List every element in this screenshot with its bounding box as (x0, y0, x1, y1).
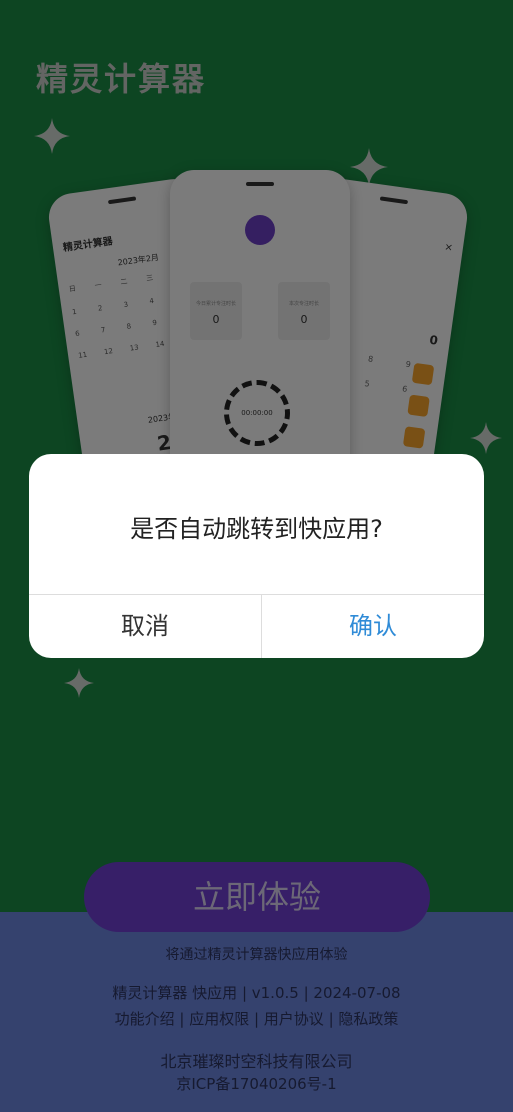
dialog-message: 是否自动跳转到快应用? (130, 515, 383, 543)
confirm-button[interactable]: 确认 (262, 594, 484, 658)
page: 精灵计算器 精灵计算器 2023年2月 日 一 二 三 四 1 2 (0, 0, 513, 1112)
jump-confirm-dialog: 是否自动跳转到快应用? 取消 确认 (29, 454, 484, 658)
cancel-button[interactable]: 取消 (29, 594, 261, 658)
